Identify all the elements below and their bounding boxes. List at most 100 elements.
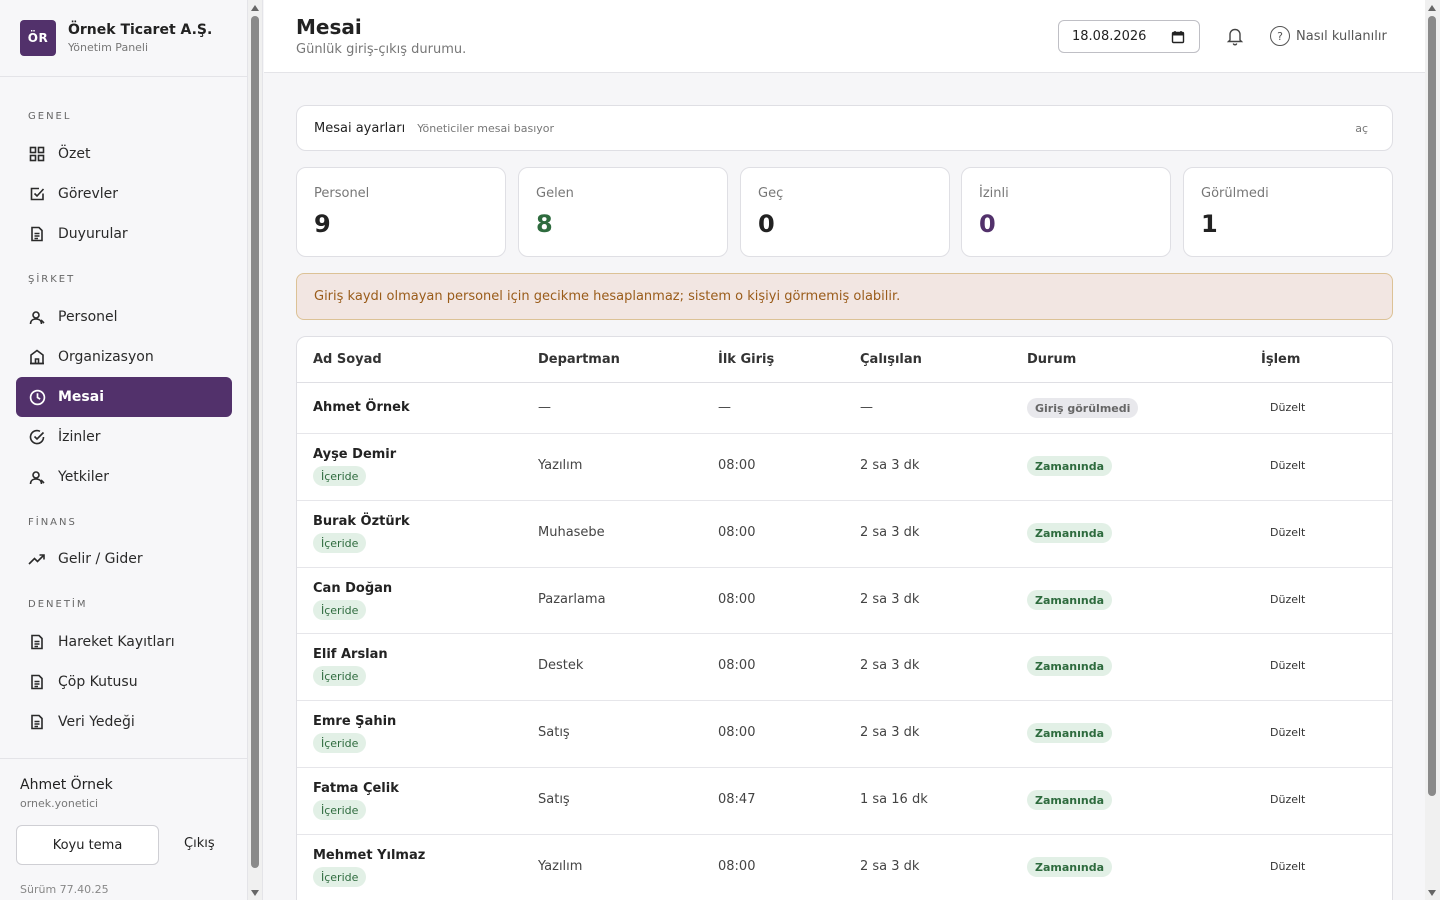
shift-settings-panel[interactable]: Mesai ayarları Yöneticiler mesai basıyor… [296,105,1393,151]
department: — [538,400,551,415]
sidebar-item-gorevler[interactable]: Görevler [16,174,232,214]
department: Muhasebe [538,525,605,540]
stat-card-personel: Personel 9 [296,167,506,257]
version-label: Sürüm 77.40.25 [20,883,109,896]
help-link[interactable]: ? Nasıl kullanılır [1270,26,1387,46]
employee-name: Burak Öztürk [313,514,410,529]
status-badge: Zamanında [1027,590,1113,610]
stat-value: 0 [758,210,775,238]
edit-button[interactable]: Düzelt [1270,659,1305,672]
date-input[interactable]: 18.08.2026 [1058,20,1200,53]
employee-name: Can Doğan [313,581,393,596]
worked-time: 2 sa 3 dk [860,592,920,607]
table-row: Emre Şahin İçeride Satış 08:00 2 sa 3 dk… [297,701,1392,768]
sidebar-item-label: Duyurular [58,226,128,242]
sidebar-item-yetkiler[interactable]: Yetkiler [16,457,232,497]
sidebar-item-cop-kutusu[interactable]: Çöp Kutusu [16,662,232,702]
column-header[interactable]: Durum [1027,352,1076,367]
logout-link[interactable]: Çıkış [184,836,215,851]
edit-button[interactable]: Düzelt [1270,860,1305,873]
sidebar-item-label: Hareket Kayıtları [58,634,175,650]
scroll-up-arrow-icon[interactable] [1428,5,1436,11]
help-label: Nasıl kullanılır [1296,28,1387,44]
bell-icon[interactable] [1226,26,1244,50]
sidebar-item-hareket-kayitlari[interactable]: Hareket Kayıtları [16,622,232,662]
question-icon: ? [1270,26,1290,46]
edit-button[interactable]: Düzelt [1270,526,1305,539]
column-header[interactable]: Departman [538,352,620,367]
stat-card-gec: Geç 0 [740,167,950,257]
warning-banner: Giriş kaydı olmayan personel için gecikm… [296,273,1393,320]
sidebar-scrollbar[interactable] [248,0,263,900]
table-header: Ad Soyad Departman İlk Giriş Çalışılan D… [297,337,1392,383]
worked-time: 2 sa 3 dk [860,525,920,540]
status-badge: Zamanında [1027,456,1113,476]
edit-button[interactable]: Düzelt [1270,401,1305,414]
employee-name: Ahmet Örnek [313,400,410,415]
table-row: Ayşe Demir İçeride Yazılım 08:00 2 sa 3 … [297,434,1392,501]
sidebar-scroll-thumb[interactable] [251,16,259,868]
dark-theme-button[interactable]: Koyu tema [16,825,159,865]
column-header[interactable]: İşlem [1261,352,1300,367]
settings-open-toggle[interactable]: aç [1355,122,1368,135]
first-in: 08:47 [718,792,756,807]
attendance-table: Ad Soyad Departman İlk Giriş Çalışılan D… [296,336,1393,900]
sidebar: ÖR Örnek Ticaret A.Ş. Yönetim Paneli GEN… [0,0,248,900]
sidebar-item-gelir-gider[interactable]: Gelir / Gider [16,539,232,579]
brand-name: Örnek Ticaret A.Ş. [68,22,213,38]
edit-button[interactable]: Düzelt [1270,459,1305,472]
inside-badge: İçeride [313,733,367,753]
status-badge: Zamanında [1027,523,1113,543]
sidebar-item-organizasyon[interactable]: Organizasyon [16,337,232,377]
main-scrollbar[interactable] [1425,0,1440,900]
worked-time: 2 sa 3 dk [860,859,920,874]
edit-button[interactable]: Düzelt [1270,793,1305,806]
stat-label: Gelen [536,186,574,201]
settings-note: Yöneticiler mesai basıyor [417,121,555,135]
scroll-down-arrow-icon[interactable] [1428,890,1436,896]
column-header[interactable]: İlk Giriş [718,352,774,367]
stat-card-gorulmedi: Görülmedi 1 [1183,167,1393,257]
stat-value: 1 [1201,210,1218,238]
status-badge: Zamanında [1027,723,1113,743]
sidebar-item-personel[interactable]: Personel [16,297,232,337]
check-circle-icon [28,428,46,446]
table-row: Mehmet Yılmaz İçeride Yazılım 08:00 2 sa… [297,835,1392,900]
column-header[interactable]: Ad Soyad [313,352,382,367]
sidebar-item-label: Mesai [58,389,105,405]
sidebar-item-label: Gelir / Gider [58,551,143,567]
worked-time: — [860,400,873,415]
sidebar-item-label: Yetkiler [58,469,110,485]
sidebar-item-label: Organizasyon [58,349,154,365]
table-row: Burak Öztürk İçeride Muhasebe 08:00 2 sa… [297,501,1392,568]
brand-subtitle: Yönetim Paneli [68,41,149,54]
sidebar-item-veri-yedegi[interactable]: Veri Yedeği [16,702,232,742]
sidebar-item-izinler[interactable]: İzinler [16,417,232,457]
scroll-up-arrow-icon[interactable] [251,5,259,11]
edit-button[interactable]: Düzelt [1270,726,1305,739]
stat-card-izinli: İzinli 0 [961,167,1171,257]
sidebar-item-ozet[interactable]: Özet [16,134,232,174]
sidebar-item-duyurular[interactable]: Duyurular [16,214,232,254]
inside-badge: İçeride [313,533,367,553]
calendar-icon[interactable] [1171,30,1185,48]
department: Destek [538,658,584,673]
user-login: ornek.yonetici [20,797,99,810]
inside-badge: İçeride [313,800,367,820]
page-header: Mesai Günlük giriş-çıkış durumu. 18.08.2… [264,0,1425,73]
document-icon [28,713,46,731]
first-in: 08:00 [718,525,756,540]
first-in: 08:00 [718,458,756,473]
scroll-down-arrow-icon[interactable] [251,890,259,896]
nav-section-denetim: DENETİM [28,599,88,610]
sidebar-item-label: İzinler [58,429,101,445]
main-scroll-thumb[interactable] [1428,16,1436,796]
worked-time: 2 sa 3 dk [860,725,920,740]
column-header[interactable]: Çalışılan [860,352,922,367]
sidebar-item-mesai[interactable]: Mesai [16,377,232,417]
edit-button[interactable]: Düzelt [1270,593,1305,606]
page-title: Mesai [296,15,362,39]
employee-name: Mehmet Yılmaz [313,848,426,863]
date-value: 18.08.2026 [1072,29,1147,44]
brand: ÖR Örnek Ticaret A.Ş. Yönetim Paneli [0,0,247,77]
